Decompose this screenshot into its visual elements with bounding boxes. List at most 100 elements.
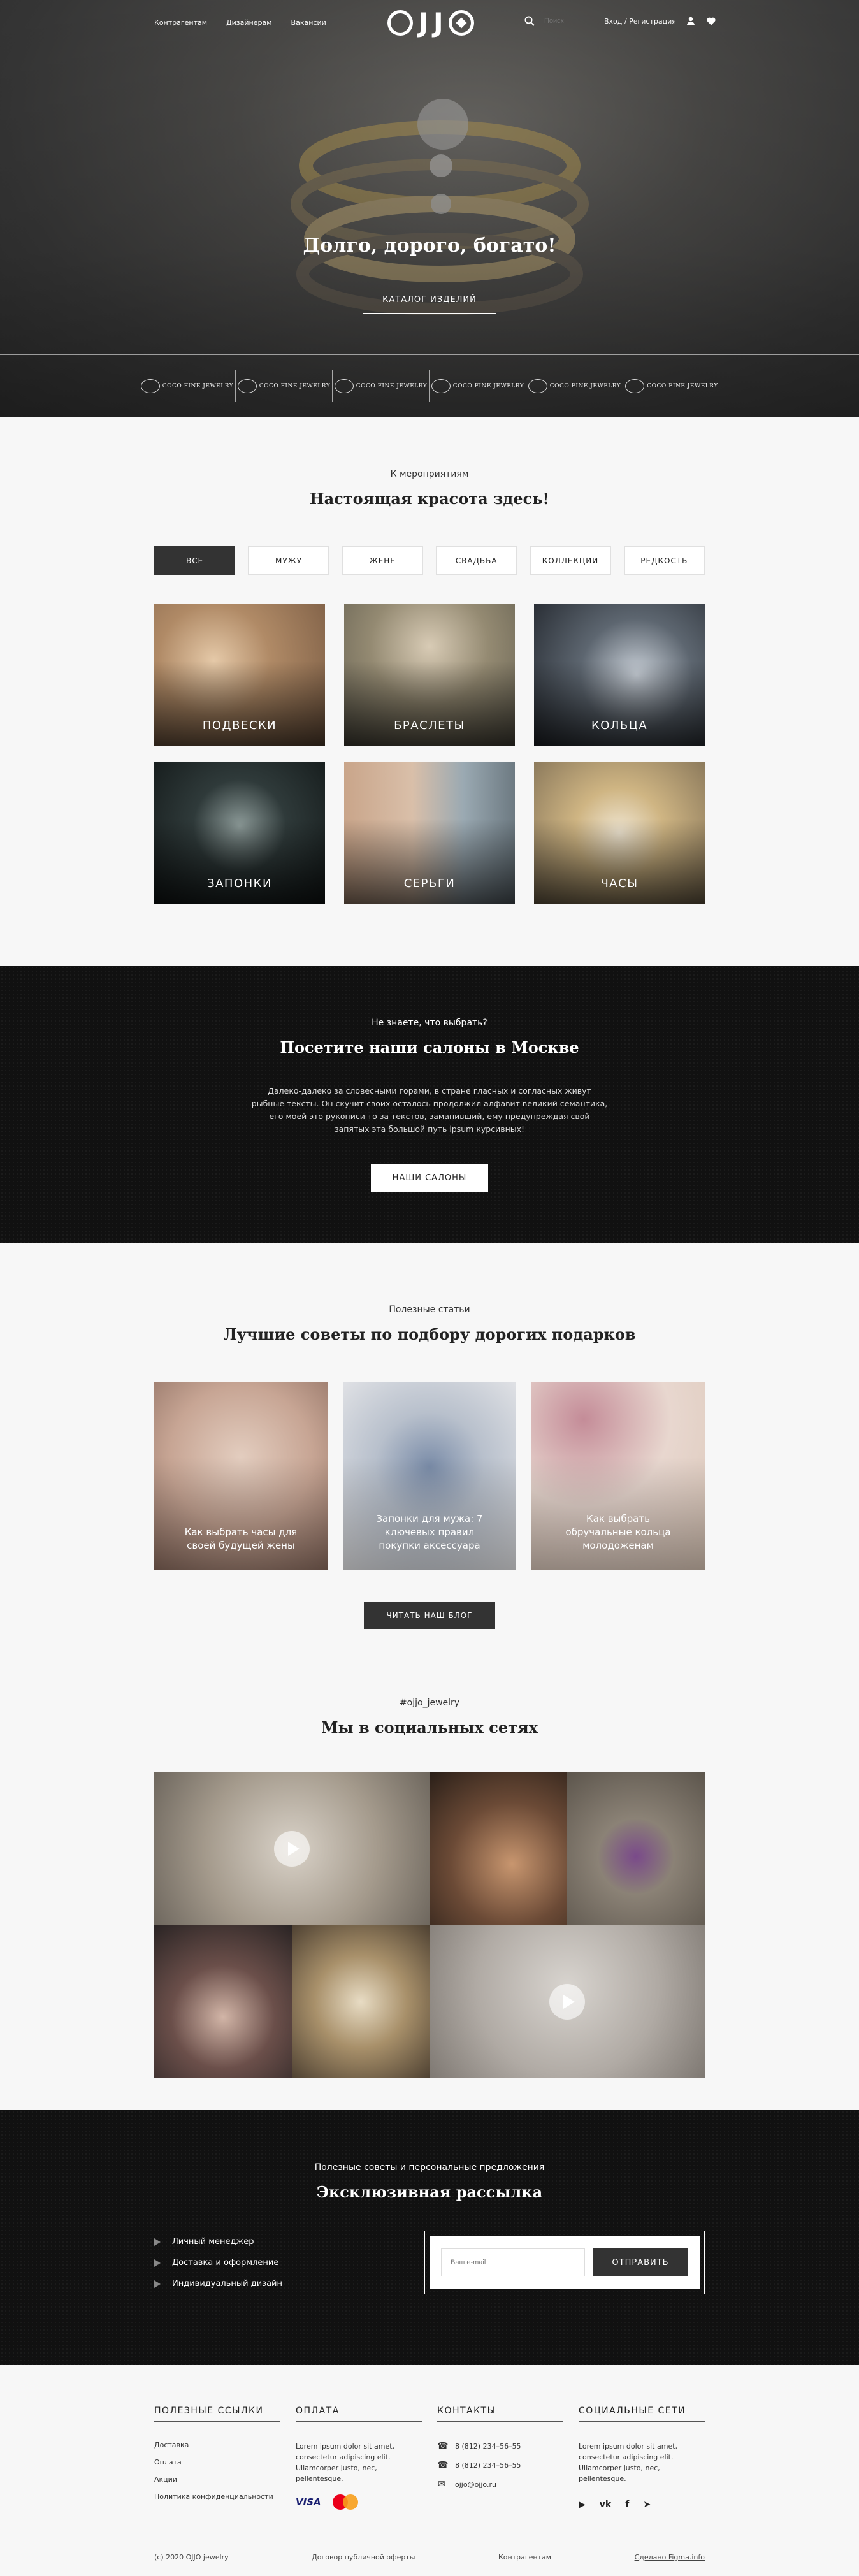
nav-link-partners[interactable]: Контрагентам [154, 18, 207, 27]
footer: ПОЛЕЗНЫЕ ССЫЛКИ Доставка Оплата Акции По… [0, 2365, 859, 2576]
filter-rarity[interactable]: РЕДКОСТЬ [623, 546, 705, 575]
article-card[interactable]: Как выбрать часы для своей будущей жены [154, 1382, 328, 1570]
phone-link[interactable]: 8 (812) 234–56–55 [455, 2461, 521, 2470]
mail-icon: ✉ [438, 2479, 445, 2489]
play-icon[interactable] [549, 1984, 585, 2020]
events-kicker: К мероприятиям [390, 469, 469, 479]
triangle-icon [154, 2259, 161, 2267]
copyright: (c) 2020 OJJO jewelry [154, 2553, 229, 2561]
social-photo[interactable] [292, 1925, 430, 2078]
events-section: К мероприятиям Настоящая красота здесь! … [0, 417, 859, 966]
partner-logo[interactable]: COCO FINE JEWELRY [430, 370, 526, 402]
catalog-button[interactable]: КАТАЛОГ ИЗДЕЛИЙ [363, 286, 496, 314]
social-grid [154, 1772, 705, 2078]
footer-col-title: ПОЛЕЗНЫЕ ССЫЛКИ [154, 2406, 280, 2422]
footer-links-col: ПОЛЕЗНЫЕ ССЫЛКИ Доставка Оплата Акции По… [154, 2406, 280, 2510]
filter-wife[interactable]: ЖЕНЕ [342, 546, 423, 575]
our-salons-button[interactable]: НАШИ САЛОНЫ [371, 1164, 488, 1192]
telegram-icon[interactable]: ➤ [643, 2500, 651, 2510]
articles-section: Полезные статьи Лучшие советы по подбору… [0, 1243, 859, 1667]
events-title: Настоящая красота здесь! [309, 489, 550, 508]
social-photo[interactable] [567, 1772, 705, 1925]
email-link[interactable]: ojjo@ojjo.ru [455, 2480, 496, 2489]
salons-section: Не знаете, что выбрать? Посетите наши са… [0, 966, 859, 1243]
nav-link-designers[interactable]: Дизайнерам [226, 18, 271, 27]
footer-col-title: ОПЛАТА [296, 2406, 422, 2422]
article-card[interactable]: Запонки для мужа: 7 ключевых правил поку… [343, 1382, 516, 1570]
filter-tabs: ВСЕ МУЖУ ЖЕНЕ СВАДЬБА КОЛЛЕКЦИИ РЕДКОСТЬ [154, 546, 705, 575]
newsletter-title: Эксклюзивная рассылка [316, 2183, 543, 2201]
social-photo[interactable] [430, 1772, 567, 1925]
category-tile-watches[interactable]: ЧАСЫ [534, 762, 705, 904]
category-tile-pendants[interactable]: ПОДВЕСКИ [154, 604, 325, 746]
salons-title: Посетите наши салоны в Москве [280, 1038, 579, 1057]
logo[interactable]: J J [375, 8, 487, 38]
social-title: Мы в социальных сетях [321, 1718, 538, 1737]
facebook-icon[interactable]: f [625, 2500, 629, 2510]
figma-link[interactable]: Сделано Figma.info [635, 2553, 705, 2561]
hero-title: Долго, дорого, богато! [303, 235, 556, 257]
footer-social-col: СОЦИАЛЬНЫЕ СЕТИ Lorem ipsum dolor sit am… [579, 2406, 705, 2510]
category-tile-rings[interactable]: КОЛЬЦА [534, 604, 705, 746]
search-icon[interactable] [524, 15, 535, 27]
footer-col-title: СОЦИАЛЬНЫЕ СЕТИ [579, 2406, 705, 2422]
footer-payment-col: ОПЛАТА Lorem ipsum dolor sit amet, conse… [296, 2406, 422, 2510]
social-video[interactable] [154, 1772, 430, 1925]
vk-icon[interactable]: vk [600, 2500, 611, 2510]
phone-link[interactable]: 8 (812) 234–56–55 [455, 2442, 521, 2450]
footer-link-privacy[interactable]: Политика конфиденциальности [154, 2493, 280, 2501]
login-link[interactable]: Вход / Регистрация [604, 17, 676, 25]
play-icon[interactable] [274, 1831, 310, 1867]
footer-contacts-col: КОНТАКТЫ ☎ 8 (812) 234–56–55 ☎ 8 (812) 234… [437, 2406, 563, 2510]
benefits-list: Личный менеджер Доставка и оформление Ин… [154, 2237, 282, 2300]
articles-kicker: Полезные статьи [389, 1305, 470, 1315]
social-section: #ojjo_jewelry Мы в социальных сетях [0, 1667, 859, 2110]
send-button[interactable]: ОТПРАВИТЬ [593, 2248, 688, 2276]
partner-logos: COCO FINE JEWELRY COCO FINE JEWELRY COCO… [0, 354, 859, 417]
filter-all[interactable]: ВСЕ [154, 546, 236, 575]
filter-wedding[interactable]: СВАДЬБА [435, 546, 517, 575]
partner-logo[interactable]: COCO FINE JEWELRY [623, 370, 720, 402]
visa-icon: VISA [296, 2496, 321, 2508]
heart-icon[interactable] [705, 15, 717, 27]
partner-logo[interactable]: COCO FINE JEWELRY [333, 370, 430, 402]
article-card[interactable]: Как выбрать обручальные кольца молодожен… [531, 1382, 705, 1570]
list-item: Индивидуальный дизайн [154, 2279, 282, 2289]
partner-logo[interactable]: COCO FINE JEWELRY [526, 370, 623, 402]
top-nav: Контрагентам Дизайнерам Вакансии J J Вхо… [0, 0, 859, 46]
public-offer-link[interactable]: Договор публичной оферты [312, 2553, 415, 2561]
newsletter-kicker: Полезные советы и персональные предложен… [314, 2162, 545, 2173]
mastercard-icon [332, 2494, 358, 2510]
triangle-icon [154, 2280, 161, 2288]
social-video[interactable] [430, 1925, 705, 2078]
social-kicker: #ojjo_jewelry [399, 1698, 460, 1708]
footer-bottom: (c) 2020 OJJO jewelry Договор публичной … [154, 2538, 705, 2576]
phone-icon: ☎ [437, 2460, 449, 2470]
social-photo[interactable] [154, 1925, 292, 2078]
list-item: Доставка и оформление [154, 2258, 282, 2268]
filter-collections[interactable]: КОЛЛЕКЦИИ [530, 546, 611, 575]
partner-logo[interactable]: COCO FINE JEWELRY [139, 370, 236, 402]
filter-husband[interactable]: МУЖУ [248, 546, 329, 575]
partners-link[interactable]: Контрагентам [498, 2553, 551, 2561]
category-tile-bracelets[interactable]: БРАСЛЕТЫ [344, 604, 515, 746]
user-icon[interactable] [685, 15, 697, 27]
salons-kicker: Не знаете, что выбрать? [372, 1018, 487, 1028]
newsletter-section: Полезные советы и персональные предложен… [0, 2110, 859, 2365]
list-item: Личный менеджер [154, 2237, 282, 2247]
youtube-icon[interactable]: ▶ [579, 2500, 586, 2510]
email-field[interactable] [441, 2248, 585, 2276]
partner-logo[interactable]: COCO FINE JEWELRY [236, 370, 333, 402]
read-blog-button[interactable]: ЧИТАТЬ НАШ БЛОГ [364, 1602, 495, 1629]
footer-link-delivery[interactable]: Доставка [154, 2441, 280, 2449]
category-tile-earrings[interactable]: СЕРЬГИ [344, 762, 515, 904]
category-tile-cufflinks[interactable]: ЗАПОНКИ [154, 762, 325, 904]
search-input[interactable] [544, 17, 595, 25]
footer-link-promo[interactable]: Акции [154, 2475, 280, 2484]
nav-link-vacancies[interactable]: Вакансии [291, 18, 326, 27]
footer-link-payment[interactable]: Оплата [154, 2458, 280, 2466]
salons-text: Далеко-далеко за словесными горами, в ст… [251, 1086, 608, 1134]
hero-section: Контрагентам Дизайнерам Вакансии J J Вхо… [0, 0, 859, 417]
subscribe-form: ОТПРАВИТЬ [424, 2231, 705, 2294]
triangle-icon [154, 2238, 161, 2246]
